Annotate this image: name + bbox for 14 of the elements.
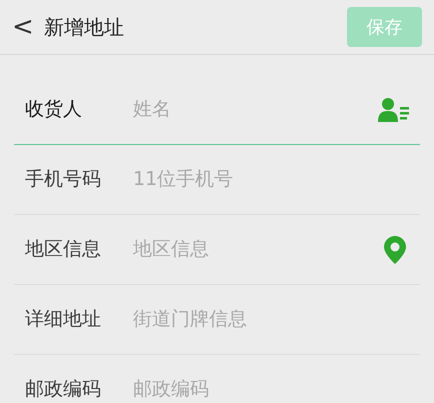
input-field[interactable]: 街道门牌信息 [133, 305, 410, 334]
input-field[interactable]: 邮政编码 [133, 375, 410, 403]
input-field[interactable]: 姓名 [133, 95, 378, 124]
input-field[interactable]: 11位手机号 [133, 165, 410, 194]
page-title: 新增地址 [44, 14, 124, 41]
contact-icon[interactable] [378, 96, 410, 122]
field-label: 地区信息 [25, 237, 102, 262]
location-pin-icon[interactable] [384, 236, 406, 264]
field-label: 收货人 [25, 97, 83, 122]
field-label: 手机号码 [25, 167, 102, 192]
input-field[interactable]: 地区信息 [133, 235, 384, 264]
back-button[interactable]: < [12, 14, 36, 40]
field-label: 邮政编码 [25, 377, 102, 402]
field-label: 详细地址 [25, 307, 102, 332]
